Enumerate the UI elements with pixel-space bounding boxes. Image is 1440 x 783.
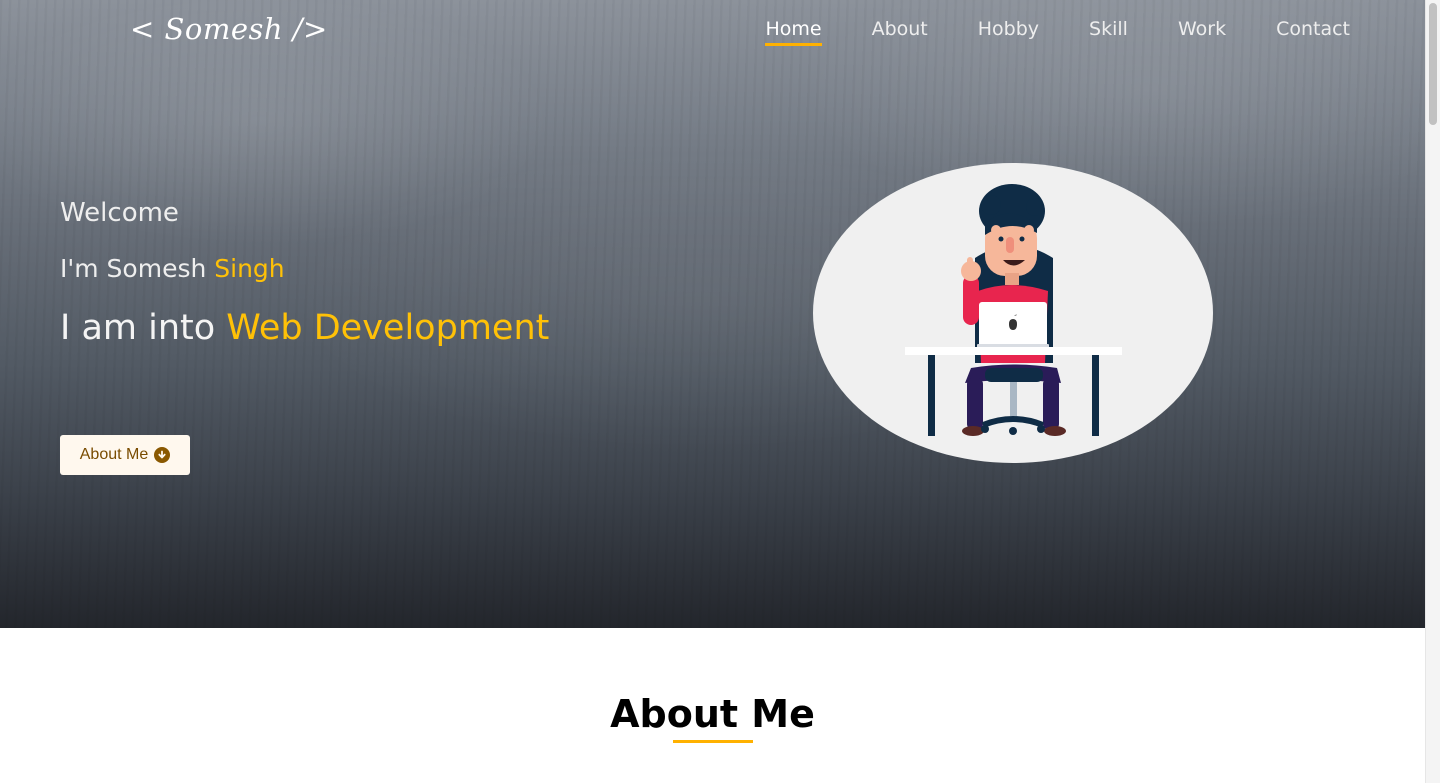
intro-name: I'm Somesh Singh xyxy=(60,254,285,283)
scrollbar-thumb[interactable] xyxy=(1429,3,1437,125)
nav-link-skill[interactable]: Skill xyxy=(1089,18,1128,44)
arrow-down-circle-icon xyxy=(154,447,171,463)
main-nav: Home About Hobby Skill Work Contact xyxy=(765,18,1350,46)
about-me-button[interactable]: About Me xyxy=(60,435,190,475)
nav-link-home[interactable]: Home xyxy=(765,18,822,46)
welcome-text: Welcome xyxy=(60,198,179,228)
page-scrollbar[interactable] xyxy=(1425,0,1440,783)
developer-illustration xyxy=(813,163,1213,463)
nav-link-contact[interactable]: Contact xyxy=(1276,18,1350,44)
nav-link-hobby[interactable]: Hobby xyxy=(978,18,1039,44)
site-logo[interactable]: < Somesh /> xyxy=(130,12,328,46)
about-section: About Me xyxy=(0,628,1425,783)
nav-link-about[interactable]: About xyxy=(872,18,928,44)
intro-role-prefix: I am into xyxy=(60,308,227,348)
intro-name-highlight: Singh xyxy=(214,254,285,283)
about-heading-underline xyxy=(673,740,753,743)
hero-section: < Somesh /> Home About Hobby Skill Work … xyxy=(0,0,1425,628)
developer-at-desk-image xyxy=(905,184,1122,436)
intro-role-highlight: Web Development xyxy=(226,308,550,348)
about-heading: About Me xyxy=(610,692,815,736)
intro-name-prefix: I'm Somesh xyxy=(60,254,215,283)
nav-link-work[interactable]: Work xyxy=(1178,18,1226,44)
intro-role: I am into Web Development xyxy=(60,308,549,348)
about-me-button-label: About Me xyxy=(79,446,149,463)
